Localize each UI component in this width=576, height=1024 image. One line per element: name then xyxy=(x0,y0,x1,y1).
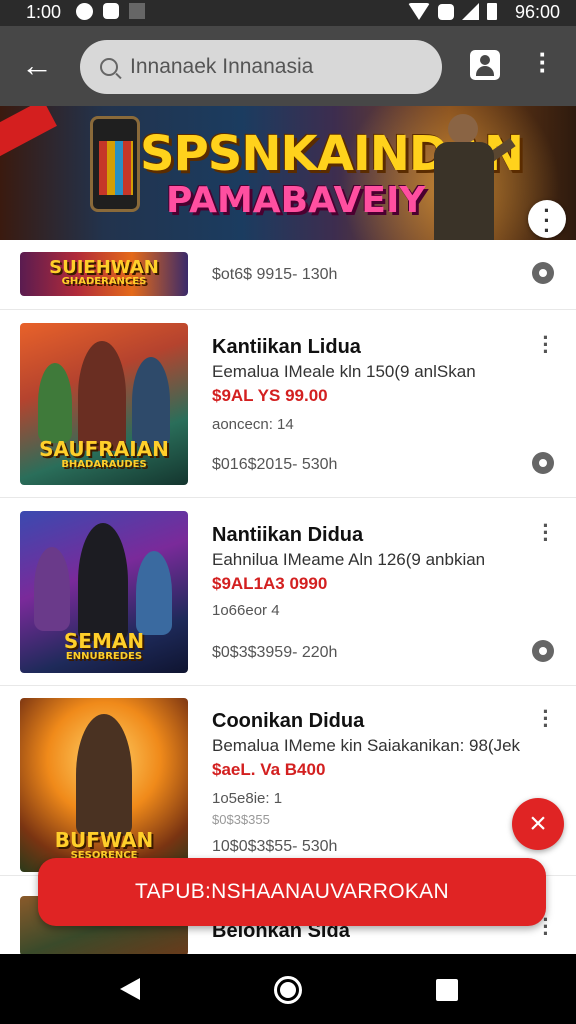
gear-icon[interactable] xyxy=(532,640,554,662)
item-meta: $ot6$ 9915- 130h xyxy=(212,266,338,283)
promo-banner[interactable]: SPSNKAINDAN PAMABAVEIY xyxy=(0,106,576,240)
hero-body xyxy=(434,142,494,240)
search-input[interactable]: Innanaek Innanasia xyxy=(80,40,442,94)
list-item[interactable]: SEMAN ENNUBREDES Nantiikan Didua Eahnilu… xyxy=(0,498,576,686)
battery-icon xyxy=(487,3,497,20)
close-fab-button[interactable]: × xyxy=(512,798,564,850)
app-screen: 1:00 96:00 ← Innanaek Innanasia · · · SPSN xyxy=(0,0,576,1024)
game-thumbnail: SAUFRAIAN BHADARAUDES xyxy=(20,323,188,485)
hero-head xyxy=(448,114,478,144)
banner-ribbon xyxy=(0,106,57,159)
banner-phone-art xyxy=(90,116,140,212)
character-art xyxy=(38,363,72,443)
nav-recents-icon[interactable] xyxy=(436,979,458,1001)
status-bar: 1:00 96:00 xyxy=(0,0,576,26)
item-title[interactable]: Kantiikan Lidua xyxy=(212,336,361,359)
app-notification-icon xyxy=(76,3,93,20)
close-icon: × xyxy=(529,807,547,840)
banner-subtitle: PAMABAVEIY xyxy=(166,180,426,221)
cta-button[interactable]: TAPUB:NSHAANAUVARROKAN xyxy=(38,858,546,926)
thumbnail-subtitle: ENNUBREDES xyxy=(65,651,143,662)
list-item[interactable]: SUIEHWAN GHADERANCES $ot6$ 9915- 130h xyxy=(0,240,576,310)
more-vertical-icon[interactable]: · · · xyxy=(530,41,556,83)
character-art xyxy=(78,341,126,451)
gear-icon[interactable] xyxy=(532,452,554,474)
game-thumbnail: SUIEHWAN GHADERANCES xyxy=(20,252,188,296)
item-meta-faint: $0$3$355 xyxy=(212,812,270,827)
thumbnail-title: SEMAN xyxy=(63,629,145,653)
thumbnail-subtitle: BHADARAUDES xyxy=(61,459,147,470)
item-price: $9AL1A3 0990 xyxy=(212,574,328,593)
arrow-left-icon: ← xyxy=(21,47,53,83)
more-vertical-icon[interactable]: · · · xyxy=(536,327,556,363)
image-icon xyxy=(129,3,145,19)
list-item[interactable]: SAUFRAIAN BHADARAUDES Kantiikan Lidua Ee… xyxy=(0,310,576,498)
item-meta: 10$0$3$55- 530h xyxy=(212,838,338,855)
data-icon xyxy=(438,3,454,20)
system-nav-bar xyxy=(0,954,576,1024)
app-notification-icon xyxy=(103,3,119,19)
item-subtitle: Bemalua IMeme kin Saiakanikan: 98(Jek xyxy=(212,736,521,755)
game-thumbnail: SEMAN ENNUBREDES xyxy=(20,511,188,673)
item-count: 1o66eor 4 xyxy=(212,602,280,619)
status-time: 1:00 xyxy=(26,2,62,22)
character-art xyxy=(132,357,170,447)
character-art xyxy=(136,551,172,635)
item-subtitle: Eahnilua IMeame Aln 126(9 anbkian xyxy=(212,550,486,569)
wifi-icon xyxy=(408,3,430,20)
item-subtitle: Eemalua IMeale kln 150(9 anlSkan xyxy=(212,362,476,381)
item-title[interactable]: Coonikan Didua xyxy=(212,710,364,733)
more-vertical-icon[interactable]: · · · xyxy=(536,701,556,737)
banner-more-button[interactable]: · · · xyxy=(528,200,566,242)
search-query: Innanaek Innanasia xyxy=(130,55,314,78)
search-icon xyxy=(100,58,118,76)
status-system-icons xyxy=(408,3,497,20)
status-notification-icons xyxy=(76,3,145,20)
character-art xyxy=(76,714,132,836)
item-price: $9AL YS 99.00 xyxy=(212,386,328,405)
thumbnail-title: SAUFRAIAN xyxy=(39,437,169,461)
nav-home-icon[interactable] xyxy=(274,976,302,1004)
back-button[interactable]: ← xyxy=(18,48,56,84)
signal-icon xyxy=(462,3,479,20)
character-art xyxy=(78,523,128,641)
item-count: aoncecn: 14 xyxy=(212,416,294,433)
thumbnail-subtitle: GHADERANCES xyxy=(61,276,147,287)
nav-back-icon[interactable] xyxy=(120,978,140,1000)
account-button[interactable] xyxy=(470,50,500,80)
banner-hero-art xyxy=(428,114,500,240)
thumbnail-title: SUIEHWAN xyxy=(49,257,159,278)
item-price: $aeL. Va B400 xyxy=(212,760,326,779)
list-item[interactable]: BUFWAN SESORENCE Coonikan Didua Bemalua … xyxy=(0,686,576,876)
more-vertical-icon[interactable]: · · · xyxy=(536,515,556,551)
thumbnail-title: BUFWAN xyxy=(54,828,154,852)
game-thumbnail: BUFWAN SESORENCE xyxy=(20,698,188,872)
item-meta: $016$2015- 530h xyxy=(212,456,338,473)
item-count: 1o5e8ie: 1 xyxy=(212,790,283,807)
gear-icon[interactable] xyxy=(532,262,554,284)
item-title[interactable]: Nantiikan Didua xyxy=(212,524,363,547)
character-art xyxy=(34,547,70,631)
status-clock: 96:00 xyxy=(514,2,560,22)
item-meta: $0$3$3959- 220h xyxy=(212,644,338,661)
app-bar: ← Innanaek Innanasia · · · xyxy=(0,26,576,106)
